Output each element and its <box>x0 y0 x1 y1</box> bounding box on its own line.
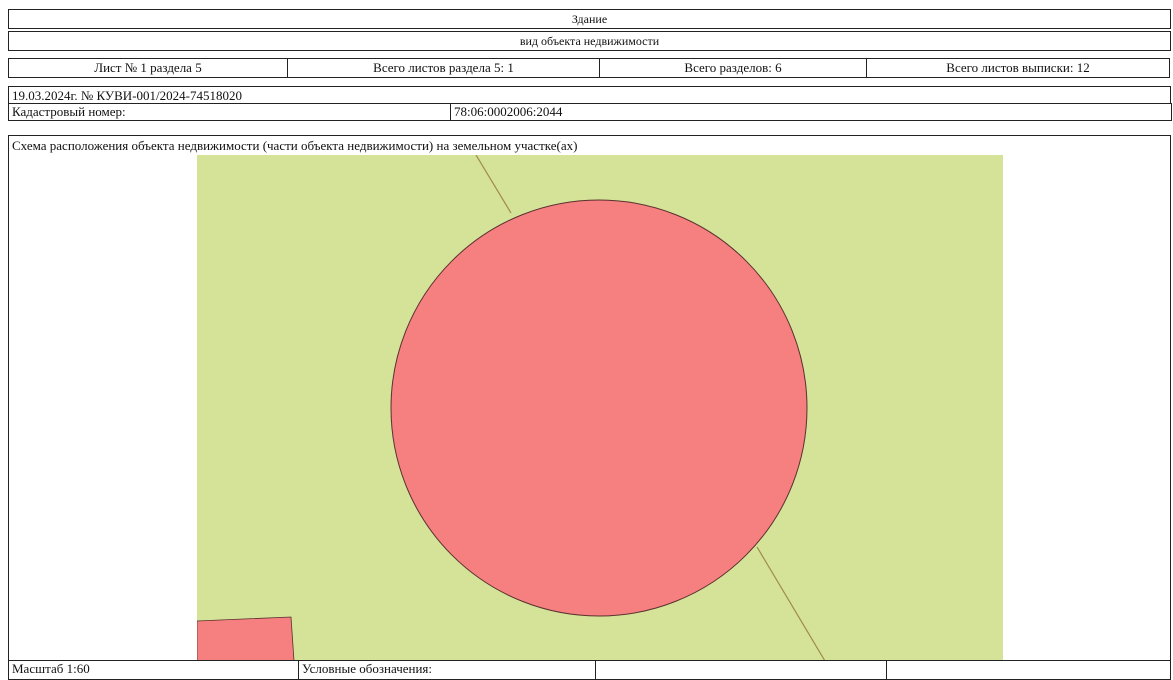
legend-label: Условные обозначения: <box>298 660 596 680</box>
sections-total: Всего разделов: 6 <box>599 58 867 78</box>
sheet-info-row: Лист № 1 раздела 5 Всего листов раздела … <box>8 58 1172 78</box>
legend-cell-4 <box>886 660 1171 680</box>
cadastral-label: Кадастровый номер: <box>8 103 451 121</box>
statement-sheets-total: Всего листов выписки: 12 <box>866 58 1170 78</box>
footer-row: Масштаб 1:60 Условные обозначения: <box>8 660 1172 680</box>
cadastral-row: Кадастровый номер: 78:06:0002006:2044 <box>8 103 1172 121</box>
cadastral-value: 78:06:0002006:2044 <box>450 103 1172 121</box>
location-scheme <box>197 155 1003 661</box>
neighbor-building-fragment <box>197 616 295 661</box>
document-title: Здание <box>8 9 1171 29</box>
statement-date-number: 19.03.2024г. № КУВИ-001/2024-74518020 <box>8 86 1171 104</box>
legend-cell-3 <box>595 660 887 680</box>
sheet-number: Лист № 1 раздела 5 <box>8 58 288 78</box>
section-sheets-total: Всего листов раздела 5: 1 <box>287 58 600 78</box>
object-type-label: вид объекта недвижимости <box>8 31 1171 51</box>
building-contour <box>390 199 808 617</box>
scale-label: Масштаб 1:60 <box>8 660 299 680</box>
scheme-svg <box>197 155 1003 661</box>
scheme-caption: Схема расположения объекта недвижимости … <box>8 135 1171 155</box>
